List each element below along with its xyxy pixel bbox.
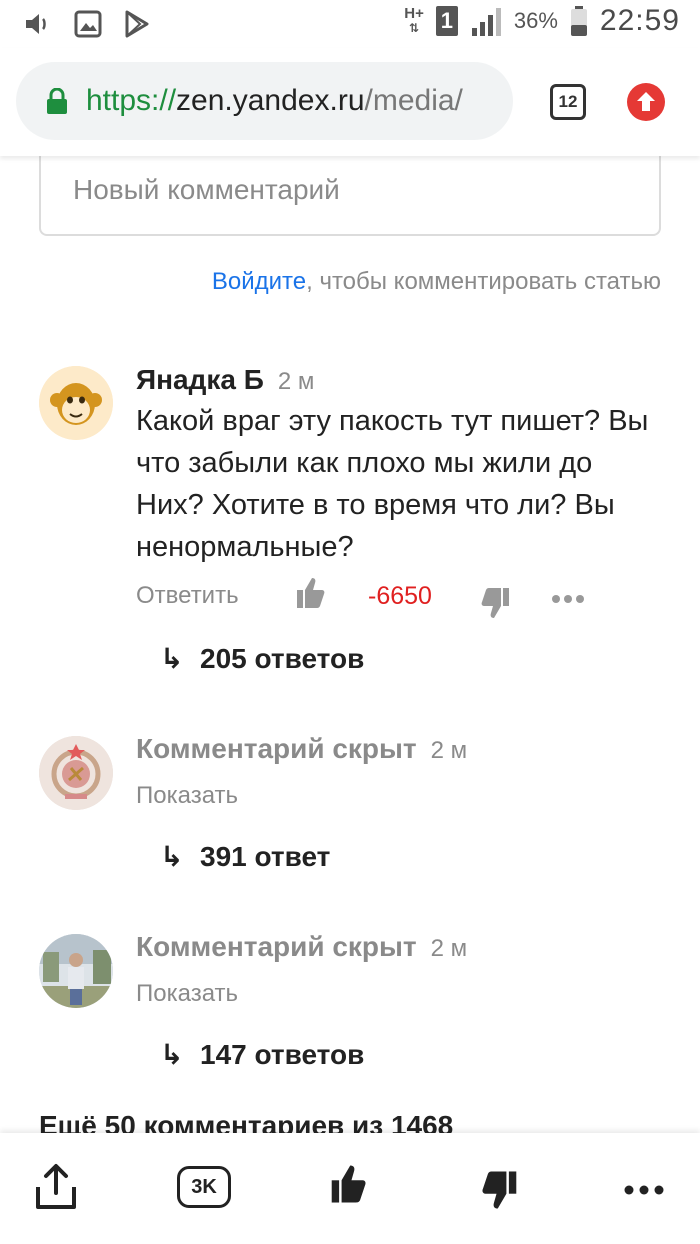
more-options-icon[interactable] [624, 1185, 664, 1195]
play-store-icon [125, 10, 149, 38]
thumbs-up-icon[interactable] [296, 576, 326, 610]
thumbs-down-icon[interactable] [480, 586, 510, 620]
gallery-icon [74, 10, 102, 38]
address-bar[interactable]: https://zen.yandex.ru/media/ [16, 62, 513, 140]
new-comment-input[interactable]: Новый комментарий [39, 146, 661, 236]
comment-time: 2 м [430, 935, 468, 962]
reply-arrow-icon: ↳ [160, 643, 184, 674]
battery-percent: 36% [513, 8, 558, 33]
reply-arrow-icon: ↳ [160, 1039, 184, 1070]
comment-time: 2 м [430, 737, 468, 764]
volume-icon [26, 14, 46, 34]
update-button[interactable] [627, 83, 665, 121]
more-icon[interactable] [551, 594, 585, 604]
login-prompt: Войдите, чтобы комментировать статью [212, 268, 661, 296]
sim-indicator: 1 [435, 6, 458, 36]
comment-author[interactable]: Янадка Б2 м [136, 364, 314, 396]
like-icon[interactable] [330, 1163, 368, 1205]
reply-button[interactable]: Ответить [136, 582, 239, 610]
lock-icon [47, 88, 67, 114]
show-comment-button[interactable]: Показать [136, 980, 238, 1008]
replies-link[interactable]: ↳ 391 ответ [160, 840, 330, 873]
tab-switcher-button[interactable]: 12 [550, 84, 586, 120]
network-type: H+ ⇅ [404, 5, 424, 35]
signal-icon [471, 8, 501, 36]
dislike-icon[interactable] [480, 1169, 518, 1211]
reply-arrow-icon: ↳ [160, 841, 184, 872]
monkey-avatar-icon [39, 366, 113, 440]
comments-count-button[interactable]: 3K [177, 1166, 231, 1208]
login-link[interactable]: Войдите [212, 268, 306, 295]
avatar[interactable] [39, 366, 113, 440]
bottom-action-bar: 3K [0, 1133, 700, 1244]
battery-icon [570, 6, 587, 36]
photo-avatar-icon [39, 934, 113, 1008]
comment-actions: Ответить -6650 [136, 578, 596, 618]
comment-score: -6650 [368, 582, 432, 610]
avatar[interactable] [39, 736, 113, 810]
arrow-up-icon [637, 92, 655, 111]
status-bar: H+ ⇅ 1 36% 22:59 [0, 0, 700, 48]
comment-text: Какой враг эту пакость тут пишет? Вы что… [136, 405, 649, 563]
share-icon[interactable] [34, 1163, 78, 1211]
new-comment-placeholder: Новый комментарий [73, 174, 340, 205]
show-comment-button[interactable]: Показать [136, 782, 238, 810]
login-prompt-text: , чтобы комментировать статью [306, 268, 661, 295]
emblem-avatar-icon [39, 736, 113, 810]
avatar[interactable] [39, 934, 113, 1008]
url-text: https://zen.yandex.ru/media/ [86, 84, 463, 117]
clock: 22:59 [599, 4, 680, 37]
hidden-comment-title: Комментарий скрыт 2 м [136, 931, 468, 962]
browser-toolbar: https://zen.yandex.ru/media/ 12 [0, 48, 700, 156]
hidden-comment-title: Комментарий скрыт 2 м [136, 733, 468, 764]
replies-link[interactable]: ↳ 147 ответов [160, 1038, 364, 1071]
comment-time: 2 м [277, 368, 315, 395]
replies-link[interactable]: ↳ 205 ответов [160, 642, 364, 675]
